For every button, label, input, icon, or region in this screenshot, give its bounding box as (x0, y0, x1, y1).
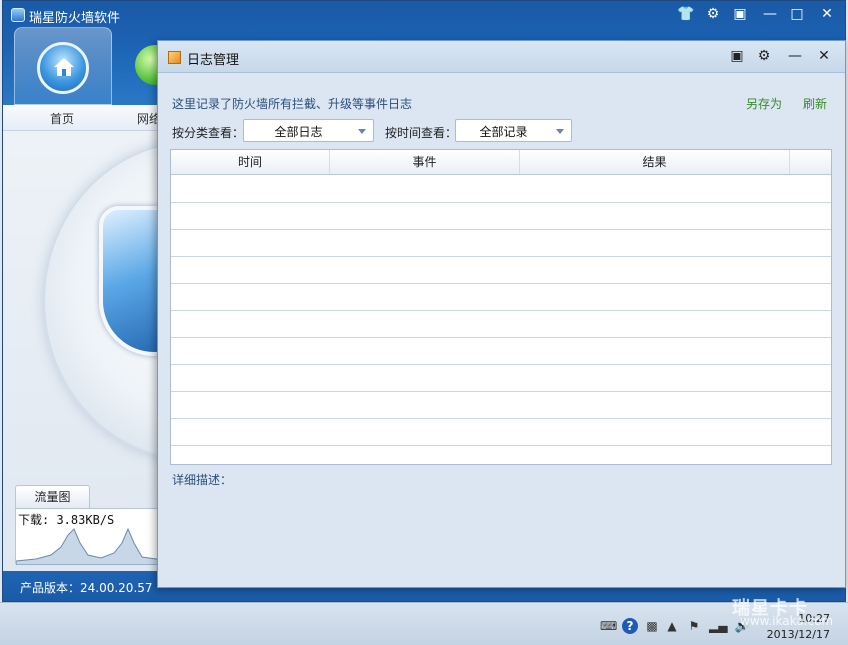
column-header-result[interactable]: 结果 (520, 150, 790, 174)
detail-description-label: 详细描述： (172, 473, 233, 487)
help-icon[interactable]: ? (622, 618, 638, 634)
dialog-title: 日志管理 (187, 53, 240, 68)
table-row (171, 202, 831, 203)
skin-icon[interactable]: 👕 (674, 4, 698, 24)
time-filter-select[interactable]: 全部记录 (455, 119, 572, 142)
chevron-down-icon (556, 129, 564, 134)
log-table-header: 时间 事件 结果 (171, 150, 831, 175)
version-text: 产品版本：24.00.20.57 (20, 581, 153, 595)
watermark-url: www.ikaka.com (740, 614, 834, 628)
app-title: 瑞星防火墙软件 (29, 11, 121, 26)
signal-icon[interactable]: ▂▄ (709, 618, 727, 634)
arrow-up-icon[interactable]: ▲ (664, 618, 680, 634)
category-filter-value: 全部日志 (274, 125, 323, 139)
home-icon (37, 42, 89, 94)
gear-icon[interactable]: ⚙ (701, 4, 725, 24)
refresh-link[interactable]: 刷新 (803, 95, 827, 112)
category-filter-label: 按分类查看： (172, 126, 245, 140)
chevron-down-icon (358, 129, 366, 134)
time-filter-label: 按时间查看： (385, 126, 458, 140)
table-row (171, 337, 831, 338)
log-dialog: 日志管理 ▣ ⚙ — ✕ 这里记录了防火墙所有拦截、升级等事件日志 另存为 刷新… (157, 40, 846, 588)
close-icon[interactable]: ✕ (812, 45, 836, 67)
close-icon[interactable]: ✕ (815, 4, 839, 24)
flag-icon[interactable]: ⚑ (686, 618, 702, 634)
nav-home-label[interactable]: 首页 (50, 110, 74, 127)
log-table[interactable]: 时间 事件 结果 (170, 149, 832, 465)
log-icon (168, 51, 181, 64)
dialog-title-bar[interactable]: 日志管理 ▣ ⚙ — ✕ (158, 41, 845, 73)
time-filter-value: 全部记录 (479, 125, 528, 139)
menu-icon[interactable]: ▣ (725, 45, 749, 67)
table-row (171, 229, 831, 230)
flow-chart: 下载: 3.83KB/S (15, 508, 166, 565)
minimize-icon[interactable]: — (758, 4, 782, 24)
gear-icon[interactable]: ⚙ (752, 45, 776, 67)
download-speed-text: 下载: 3.83KB/S (18, 513, 115, 527)
flow-chart-tab[interactable]: 流量图 (15, 485, 90, 509)
table-row (171, 310, 831, 311)
column-header-time[interactable]: 时间 (171, 150, 330, 174)
table-row (171, 391, 831, 392)
category-filter-select[interactable]: 全部日志 (243, 119, 374, 142)
dialog-description: 这里记录了防火墙所有拦截、升级等事件日志 (172, 97, 413, 111)
maximize-icon[interactable]: □ (785, 4, 809, 24)
table-row (171, 256, 831, 257)
minimize-icon[interactable]: — (783, 45, 807, 67)
save-as-link[interactable]: 另存为 (746, 95, 782, 112)
nav-home-tile[interactable] (14, 27, 112, 105)
clock-date[interactable]: 2013/12/17 (760, 628, 830, 641)
app-logo-icon (11, 8, 25, 22)
taskbar: ⌨ ? ▩ ▲ ⚑ ▂▄ 🔊 10:27 2013/12/17 (0, 602, 848, 645)
table-row (171, 364, 831, 365)
keyboard-icon[interactable]: ⌨ (600, 618, 617, 634)
table-row (171, 445, 831, 446)
window-icon[interactable]: ▩ (644, 618, 660, 634)
table-row (171, 283, 831, 284)
table-row (171, 418, 831, 419)
menu-icon[interactable]: ▣ (728, 4, 752, 24)
column-header-event[interactable]: 事件 (330, 150, 520, 174)
